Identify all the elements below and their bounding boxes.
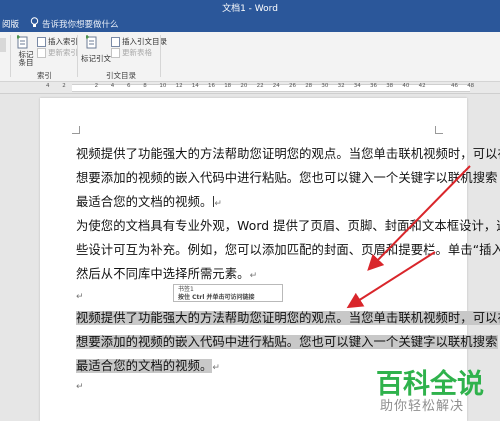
ruler-tick-label: 4 bbox=[110, 83, 115, 89]
update-toa-button[interactable]: 更新表格 bbox=[111, 47, 152, 58]
crop-mark-top-left bbox=[72, 126, 80, 134]
ruler-tick-label: 46 bbox=[451, 83, 458, 89]
ruler-tick-label: 40 bbox=[402, 83, 410, 89]
ruler-tick-label: 22 bbox=[256, 83, 264, 89]
para3-line3[interactable]: 最适合您的文档的视频。↵ bbox=[76, 356, 220, 374]
ruler-tick-label: 24 bbox=[272, 83, 280, 89]
ruler-tick-label: 48 bbox=[467, 83, 475, 89]
ribbon-tab-review[interactable]: 阅版 bbox=[2, 18, 19, 30]
ruler-tick-label: 14 bbox=[191, 83, 199, 89]
bookmark-tooltip: 书签1 按住 Ctrl 并单击可访问链接 bbox=[173, 284, 283, 302]
tell-me-bar: 阅版 告诉我你想要做什么 bbox=[0, 14, 500, 32]
ruler-tick-label: 20 bbox=[240, 83, 248, 89]
empty-paragraph-mark: ↵ bbox=[76, 292, 84, 302]
para1-line3-text: 最适合您的文档的视频。 bbox=[76, 195, 213, 209]
paragraph-mark: ↵ bbox=[214, 199, 223, 209]
paragraph-mark: ↵ bbox=[212, 363, 221, 373]
ruler-tick-label: 36 bbox=[370, 83, 377, 89]
ruler-tick-label: 42 bbox=[418, 83, 426, 89]
empty-paragraph-mark: ↵ bbox=[76, 382, 84, 392]
ruler-tick-label: 4 bbox=[46, 83, 50, 89]
ribbon: 标记 条目 插入索引 更新索引 索引 标记引文 插入引文目录 更新表格 引文目录 bbox=[0, 32, 500, 82]
horizontal-ruler[interactable]: 4 2 2 4 6 8 10 12 14 16 18 20 22 24 26 28 30 32 34 36 38 40 42… bbox=[0, 82, 500, 94]
ruler-tick-label: 2 bbox=[62, 83, 66, 89]
update-toa-icon bbox=[111, 48, 120, 58]
mark-entry-button[interactable]: 标记 条目 bbox=[15, 51, 37, 67]
ruler-tick-label: 30 bbox=[321, 83, 329, 89]
para2-line3[interactable]: 然后从不同库中选择所需元素。↵ bbox=[76, 264, 257, 282]
para2-line2[interactable]: 些设计可互为补充。例如，您可以添加匹配的封面、页眉和提要栏。单击“插入”， bbox=[76, 240, 500, 258]
group-label-toa: 引文目录 bbox=[106, 71, 136, 80]
tooltip-hint: 按住 Ctrl 并单击可访问链接 bbox=[178, 294, 255, 301]
update-index-button[interactable]: 更新索引 bbox=[37, 47, 78, 58]
ruler-tick-label: 32 bbox=[337, 83, 345, 89]
para1-line2[interactable]: 想要添加的视频的嵌入代码中进行粘贴。您也可以键入一个关键字以联机搜索 bbox=[76, 168, 498, 186]
ruler-tick-label: 2 bbox=[94, 83, 99, 89]
mark-entry-icon bbox=[17, 35, 28, 49]
lightbulb-icon bbox=[30, 17, 39, 27]
para3-line2[interactable]: 想要添加的视频的嵌入代码中进行粘贴。您也可以键入一个关键字以联机搜索 bbox=[76, 332, 498, 350]
ruler-tick-label: 8 bbox=[143, 83, 147, 89]
ruler-tick-label: 10 bbox=[159, 83, 167, 89]
ruler-text-area bbox=[72, 84, 470, 92]
para1-line3[interactable]: 最适合您的文档的视频。 ↵ bbox=[76, 192, 222, 210]
ruler-tick-label: 26 bbox=[289, 83, 296, 89]
update-toa-label: 更新表格 bbox=[122, 48, 152, 57]
ruler-tick-label: 38 bbox=[386, 83, 394, 89]
para3-line1-text: 视频提供了功能强大的方法帮助您证明您的观点。当您单击联机视频时，可以在 bbox=[76, 311, 500, 325]
window-title: 文档1 - Word bbox=[222, 4, 278, 14]
insert-index-button[interactable]: 插入索引 bbox=[37, 36, 78, 47]
para2-line1[interactable]: 为使您的文档具有专业外观，Word 提供了页眉、页脚、封面和文本框设计，这 bbox=[76, 216, 500, 234]
group-label-index: 索引 bbox=[37, 71, 52, 80]
ruler-tick-label: 12 bbox=[175, 83, 183, 89]
crop-mark-top-right bbox=[435, 126, 443, 134]
ribbon-partial-group bbox=[0, 38, 6, 52]
para3-line3-text: 最适合您的文档的视频。 bbox=[76, 359, 213, 373]
update-index-label: 更新索引 bbox=[48, 48, 78, 57]
para3-line1[interactable]: 视频提供了功能强大的方法帮助您证明您的观点。当您单击联机视频时，可以在 bbox=[76, 308, 500, 326]
ruler-tick-label: 34 bbox=[353, 83, 361, 89]
insert-toa-icon bbox=[111, 37, 120, 47]
para2-line3-text: 然后从不同库中选择所需元素。 bbox=[76, 267, 250, 281]
title-bar: 文档1 - Word bbox=[0, 0, 500, 14]
ruler-tick-label: 18 bbox=[224, 83, 232, 89]
paragraph-mark: ↵ bbox=[249, 271, 258, 281]
tooltip-bookmark-name: 书签1 bbox=[178, 286, 194, 293]
para1-line1[interactable]: 视频提供了功能强大的方法帮助您证明您的观点。当您单击联机视频时，可以在 bbox=[76, 144, 500, 162]
update-index-icon bbox=[37, 48, 46, 58]
tell-me-input[interactable]: 告诉我你想要做什么 bbox=[42, 18, 119, 30]
ruler-tick-label: 16 bbox=[208, 83, 215, 89]
mark-citation-button[interactable]: 标记引文 bbox=[81, 53, 111, 64]
watermark-subtitle: 助你轻松解决 bbox=[380, 399, 465, 414]
insert-toa-button[interactable]: 插入引文目录 bbox=[111, 36, 167, 47]
ruler-tick-label: 28 bbox=[305, 83, 313, 89]
insert-index-label: 插入索引 bbox=[48, 37, 78, 46]
para3-line2-text: 想要添加的视频的嵌入代码中进行粘贴。您也可以键入一个关键字以联机搜索 bbox=[76, 335, 498, 349]
mark-citation-icon bbox=[86, 35, 97, 49]
ruler-tick-label: 6 bbox=[127, 83, 131, 89]
insert-index-icon bbox=[37, 37, 46, 47]
